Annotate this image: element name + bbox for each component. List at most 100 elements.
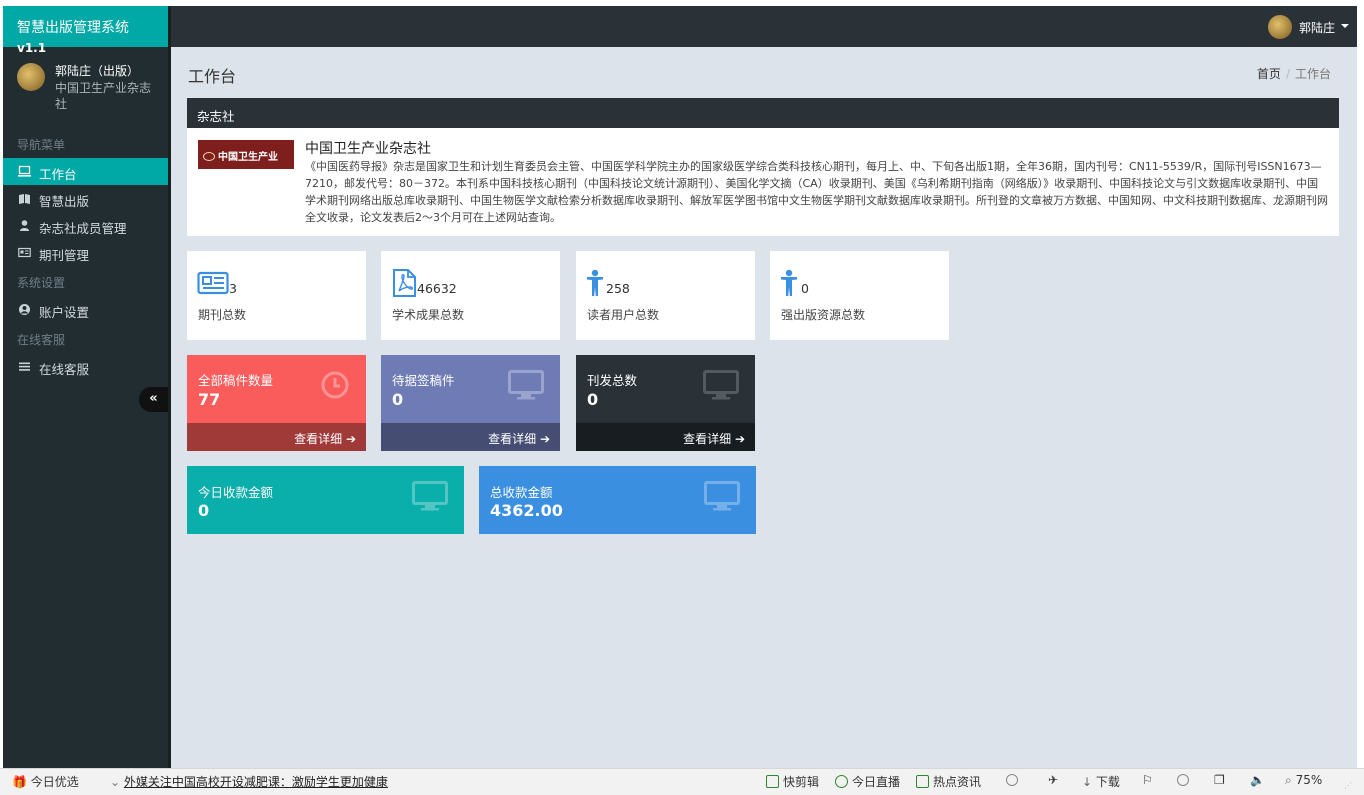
view-details-link[interactable]: 查看详细 ➔ bbox=[488, 430, 550, 447]
stat-label: 学术成果总数 bbox=[392, 308, 465, 322]
user-organization: 中国卫生产业杂志社 bbox=[55, 81, 152, 111]
stat-box-journals: 3 期刊总数 bbox=[187, 251, 366, 340]
sidebar-collapse-button[interactable]: « bbox=[139, 387, 168, 412]
download-icon: ↓ bbox=[1082, 775, 1093, 789]
card-footer[interactable]: 查看详细 ➔ bbox=[187, 423, 366, 451]
view-details-link[interactable]: 查看详细 ➔ bbox=[683, 430, 745, 447]
speed-icon[interactable] bbox=[1006, 773, 1018, 787]
monitor-icon bbox=[508, 370, 544, 400]
today-picks-label: 今日优选 bbox=[30, 775, 79, 789]
today-picks-button[interactable]: 🎁 今日优选 bbox=[12, 773, 79, 790]
sidebar-item-smart-publishing[interactable]: 智慧出版 bbox=[3, 185, 168, 212]
resize-grip-icon[interactable]: ⋰ bbox=[1344, 781, 1352, 790]
monitor-icon bbox=[703, 370, 739, 400]
view-details-label: 查看详细 bbox=[488, 432, 537, 446]
monitor-icon bbox=[704, 481, 740, 511]
breadcrumb: 首页 / 工作台 bbox=[1257, 65, 1331, 82]
user-name: 郭陆庄（出版） bbox=[55, 64, 140, 78]
arrow-circle-right-icon: ➔ bbox=[345, 432, 356, 446]
card-today-payment: 今日收款金额 0 bbox=[187, 466, 464, 534]
sidebar-item-label: 账户设置 bbox=[39, 305, 90, 320]
magazine-emblem-icon bbox=[203, 152, 215, 161]
view-details-label: 查看详细 bbox=[294, 432, 343, 446]
breadcrumb-current: 工作台 bbox=[1294, 67, 1331, 81]
magazine-logo: 中国卫生产业 bbox=[198, 140, 294, 169]
sidebar-item-account-settings[interactable]: 账户设置 bbox=[3, 296, 168, 323]
card-value: 0 bbox=[587, 390, 599, 409]
stat-label: 强出版资源总数 bbox=[781, 308, 866, 322]
card-title: 刊发总数 bbox=[587, 373, 638, 388]
ie-icon[interactable] bbox=[1177, 773, 1189, 787]
chevron-down-icon[interactable] bbox=[1341, 24, 1349, 28]
stat-box-reader-users: 258 读者用户总数 bbox=[576, 251, 755, 340]
hot-news-label: 热点资讯 bbox=[933, 775, 982, 789]
card-footer[interactable]: 查看详细 ➔ bbox=[381, 423, 560, 451]
live-today-label: 今日直播 bbox=[852, 775, 901, 789]
nav-header-settings: 系统设置 bbox=[17, 276, 66, 290]
user-menu-avatar[interactable] bbox=[1268, 15, 1292, 39]
sidebar-edge bbox=[168, 6, 171, 768]
list-icon bbox=[19, 362, 30, 371]
clock-icon bbox=[321, 371, 349, 399]
magazine-logo-text: 中国卫生产业 bbox=[218, 152, 278, 163]
window-icon[interactable]: ❐ bbox=[1214, 773, 1225, 787]
sidebar-item-label: 智慧出版 bbox=[39, 194, 90, 209]
view-details-label: 查看详细 bbox=[683, 432, 732, 446]
zoom-control[interactable]: ⌕ 75% bbox=[1285, 773, 1322, 788]
window-edge bbox=[1357, 0, 1364, 768]
card-title: 全部稿件数量 bbox=[198, 373, 274, 388]
breadcrumb-home-link[interactable]: 首页 bbox=[1257, 67, 1281, 81]
card-title: 待据签稿件 bbox=[392, 373, 455, 388]
stat-label: 期刊总数 bbox=[198, 308, 247, 322]
download-label: 下载 bbox=[1095, 775, 1120, 789]
user-menu-name[interactable]: 郭陆庄 bbox=[1299, 19, 1335, 36]
view-details-link[interactable]: 查看详细 ➔ bbox=[294, 430, 356, 447]
quick-clip-button[interactable]: 快剪辑 bbox=[766, 773, 819, 790]
card-value: 0 bbox=[198, 501, 210, 520]
top-navbar: 郭陆庄 bbox=[171, 6, 1357, 47]
sidebar-item-workbench[interactable]: 工作台 bbox=[3, 158, 168, 185]
breadcrumb-separator: / bbox=[1285, 67, 1290, 81]
sidebar-item-member-management[interactable]: 杂志社成员管理 bbox=[3, 212, 168, 239]
card-title: 总收款金额 bbox=[490, 485, 553, 500]
live-today-button[interactable]: 今日直播 bbox=[835, 773, 900, 790]
card-value: 0 bbox=[392, 390, 404, 409]
arrow-circle-right-icon: ➔ bbox=[539, 432, 550, 446]
card-value: 77 bbox=[198, 390, 221, 409]
user-icon bbox=[20, 220, 29, 231]
stat-label: 读者用户总数 bbox=[587, 308, 660, 322]
magazine-panel: 杂志社 中国卫生产业 中国卫生产业杂志社 《中国医药导报》杂志是国家卫生和计划生… bbox=[187, 98, 1339, 236]
flag-icon[interactable]: ⚐ bbox=[1142, 773, 1153, 787]
nav-header-service: 在线客服 bbox=[17, 333, 66, 347]
stat-value: 3 bbox=[229, 281, 237, 296]
stat-box-publishing-resources: 0 强出版资源总数 bbox=[770, 251, 949, 340]
card-title: 今日收款金额 bbox=[198, 485, 274, 500]
zoom-level: 75% bbox=[1295, 773, 1323, 787]
user-panel: 郭陆庄（出版） 中国卫生产业杂志社 bbox=[3, 60, 168, 126]
stat-value: 0 bbox=[801, 281, 809, 296]
magazine-description: 《中国医药导报》杂志是国家卫生和计划生育委员会主管、中国医学科学院主办的国家级医… bbox=[305, 160, 1328, 224]
sidebar-item-online-service[interactable]: 在线客服 bbox=[3, 353, 168, 380]
app-window: 智慧出版管理系统 v1.1 郭陆庄（出版） 中国卫生产业杂志社 导航菜单 工作台… bbox=[3, 6, 1357, 768]
app-version: v1.1 bbox=[17, 41, 47, 55]
news-icon bbox=[916, 775, 929, 788]
book-icon bbox=[19, 194, 30, 204]
quick-clip-label: 快剪辑 bbox=[783, 775, 820, 789]
gift-icon: 🎁 bbox=[12, 775, 27, 789]
stat-box-academic-results: 46632 学术成果总数 bbox=[381, 251, 560, 340]
nav-header-navigation: 导航菜单 bbox=[17, 138, 66, 152]
browser-status-bar: 🎁 今日优选 ⌄ 外媒关注中国高校开设减肥课：激励学生更加健康 快剪辑 今日直播… bbox=[0, 768, 1364, 795]
news-headline-link[interactable]: 外媒关注中国高校开设减肥课：激励学生更加健康 bbox=[124, 775, 388, 789]
download-button[interactable]: ↓ 下载 bbox=[1082, 773, 1120, 790]
card-footer[interactable]: 查看详细 ➔ bbox=[576, 423, 755, 451]
card-all-manuscripts: 全部稿件数量 77 查看详细 ➔ bbox=[187, 355, 366, 451]
play-circle-icon bbox=[835, 775, 848, 788]
speaker-icon[interactable]: 🔈 bbox=[1250, 773, 1265, 787]
magnifier-icon: ⌕ bbox=[1285, 773, 1292, 787]
magazine-name: 中国卫生产业杂志社 bbox=[305, 141, 431, 157]
news-ticker[interactable]: ⌄ 外媒关注中国高校开设减肥课：激励学生更加健康 bbox=[110, 773, 388, 790]
rocket-icon[interactable]: ✈ bbox=[1048, 773, 1058, 787]
hot-news-button[interactable]: 热点资讯 bbox=[916, 773, 981, 790]
sidebar-item-label: 杂志社成员管理 bbox=[39, 221, 127, 236]
sidebar-item-journal-management[interactable]: 期刊管理 bbox=[3, 239, 168, 266]
